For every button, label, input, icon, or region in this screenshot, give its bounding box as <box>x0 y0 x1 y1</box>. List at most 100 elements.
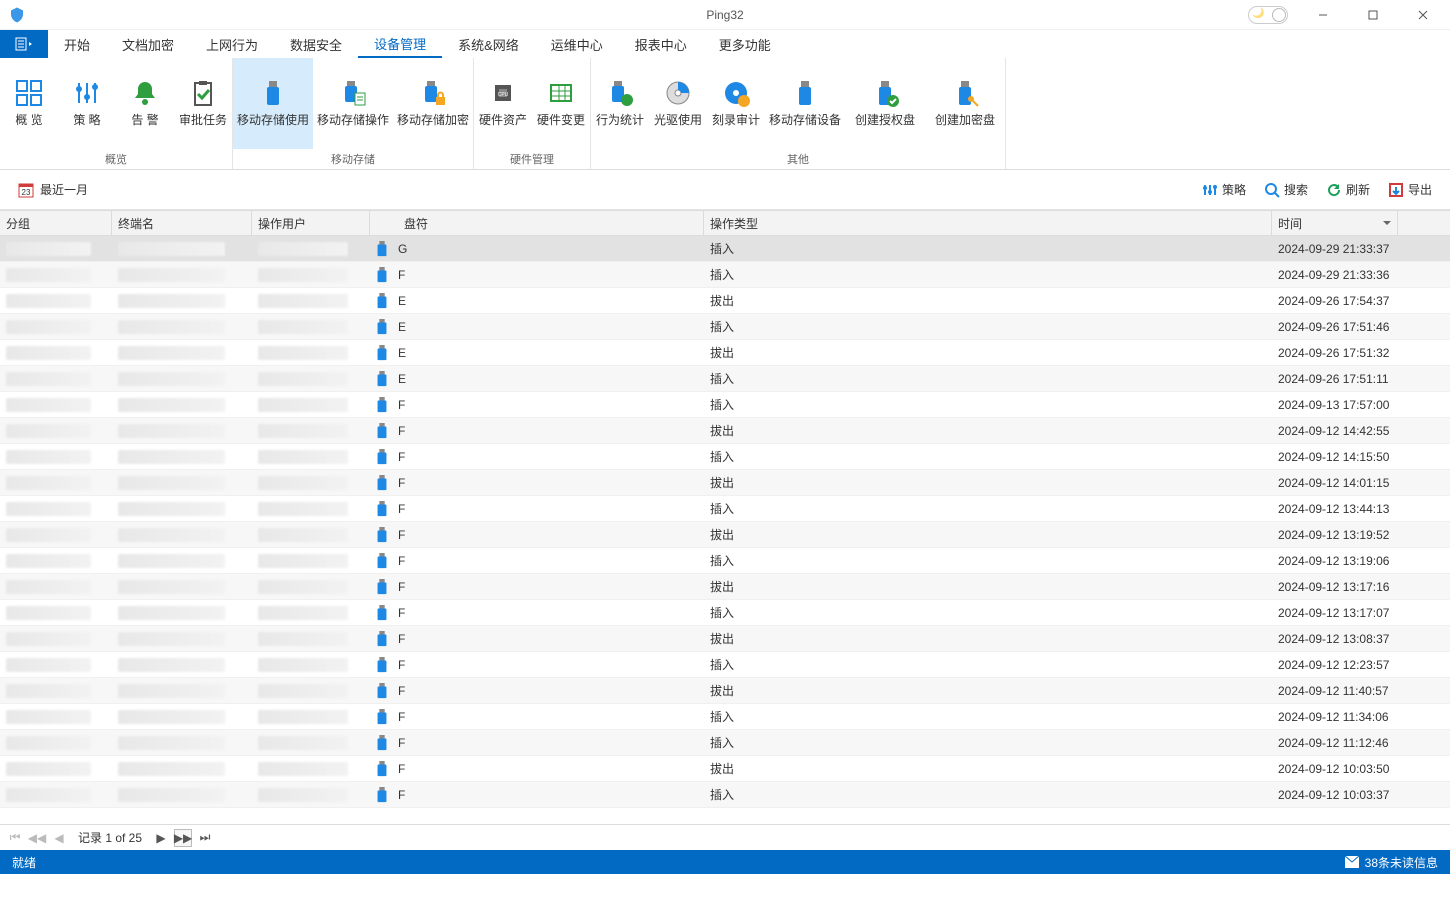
usb-icon <box>259 79 287 107</box>
table-row[interactable]: F插入2024-09-12 14:15:50 <box>0 444 1450 470</box>
column-header-group[interactable]: 分组 <box>0 211 112 235</box>
cell-drive: F <box>398 632 405 646</box>
ribbon-btn-label: 告 警 <box>131 111 158 128</box>
cell-op: 插入 <box>710 240 734 257</box>
cell-drive: E <box>398 372 406 386</box>
ribbon-btn-其他-0[interactable]: 行为统计 <box>591 58 649 149</box>
ribbon-btn-概览-2[interactable]: 告 警 <box>116 58 174 149</box>
table-row[interactable]: G插入2024-09-29 21:33:37 <box>0 236 1450 262</box>
pager-first[interactable]: ⏮ <box>6 829 24 847</box>
table-row[interactable]: F插入2024-09-12 11:12:46 <box>0 730 1450 756</box>
table-row[interactable]: F插入2024-09-12 13:17:07 <box>0 600 1450 626</box>
toolbar-action-refresh[interactable]: 刷新 <box>1326 181 1370 198</box>
ribbon-btn-label: 审批任务 <box>179 111 227 128</box>
pager-next-page[interactable]: ▶▶ <box>174 829 192 847</box>
menu-bar: 开始文档加密上网行为数据安全设备管理系统&网络运维中心报表中心更多功能 <box>0 30 1450 58</box>
table-row[interactable]: F插入2024-09-12 13:44:13 <box>0 496 1450 522</box>
menu-tab-0[interactable]: 开始 <box>48 30 106 58</box>
bell-icon <box>131 79 159 107</box>
usb-icon <box>376 683 388 699</box>
cell-op: 拔出 <box>710 422 734 439</box>
column-header-time[interactable]: 时间 <box>1272 211 1398 235</box>
ribbon-btn-其他-3[interactable]: 移动存储设备 <box>765 58 845 149</box>
ribbon-btn-硬件管理-0[interactable]: CPU 硬件资产 <box>474 58 532 149</box>
table-row[interactable]: E拔出2024-09-26 17:54:37 <box>0 288 1450 314</box>
menu-tab-2[interactable]: 上网行为 <box>190 30 274 58</box>
usb-icon <box>376 241 388 257</box>
cell-drive: F <box>398 502 405 516</box>
clipboard-icon <box>189 79 217 107</box>
pager-prev[interactable]: ◀ <box>50 829 68 847</box>
pager-last[interactable]: ⏭ <box>196 829 214 847</box>
table-row[interactable]: F拔出2024-09-12 10:03:50 <box>0 756 1450 782</box>
svg-text:23: 23 <box>22 188 31 197</box>
cell-drive: F <box>398 424 405 438</box>
theme-toggle[interactable] <box>1248 6 1288 24</box>
file-menu-button[interactable] <box>0 30 48 58</box>
menu-tab-5[interactable]: 系统&网络 <box>442 30 535 58</box>
menu-tab-4[interactable]: 设备管理 <box>358 30 442 58</box>
cell-op: 拔出 <box>710 682 734 699</box>
pager-prev-page[interactable]: ◀◀ <box>28 829 46 847</box>
toolbar-action-export[interactable]: 导出 <box>1388 181 1432 198</box>
ribbon-btn-其他-5[interactable]: 创建加密盘 <box>925 58 1005 149</box>
date-range-label[interactable]: 最近一月 <box>40 181 88 198</box>
pager-next[interactable]: ▶ <box>152 829 170 847</box>
table-row[interactable]: E插入2024-09-26 17:51:11 <box>0 366 1450 392</box>
menu-tab-3[interactable]: 数据安全 <box>274 30 358 58</box>
column-header-user[interactable]: 操作用户 <box>252 211 370 235</box>
usb-icon <box>376 527 388 543</box>
ribbon-btn-其他-2[interactable]: 刻录审计 <box>707 58 765 149</box>
table-row[interactable]: F插入2024-09-12 13:19:06 <box>0 548 1450 574</box>
cell-time: 2024-09-26 17:54:37 <box>1278 294 1389 308</box>
refresh-icon <box>1326 182 1342 198</box>
ribbon-btn-移动存储-1[interactable]: 移动存储操作 <box>313 58 393 149</box>
status-unread[interactable]: 38条未读信息 <box>1365 854 1438 871</box>
table-row[interactable]: F插入2024-09-12 12:23:57 <box>0 652 1450 678</box>
usb-icon <box>376 475 388 491</box>
column-header-drive[interactable]: 盘符 <box>370 211 704 235</box>
ribbon-btn-概览-3[interactable]: 审批任务 <box>174 58 232 149</box>
cell-time: 2024-09-13 17:57:00 <box>1278 398 1389 412</box>
usb-icon <box>376 657 388 673</box>
table-row[interactable]: E插入2024-09-26 17:51:46 <box>0 314 1450 340</box>
menu-tab-1[interactable]: 文档加密 <box>106 30 190 58</box>
ribbon-btn-移动存储-2[interactable]: 移动存储加密 <box>393 58 473 149</box>
table-row[interactable]: F插入2024-09-12 11:34:06 <box>0 704 1450 730</box>
usb-icon <box>376 501 388 517</box>
table-row[interactable]: F拔出2024-09-12 13:08:37 <box>0 626 1450 652</box>
table-row[interactable]: F拔出2024-09-12 11:40:57 <box>0 678 1450 704</box>
ribbon-group-label: 其他 <box>591 149 1005 169</box>
usb-icon <box>376 397 388 413</box>
cell-time: 2024-09-12 13:17:07 <box>1278 606 1389 620</box>
ribbon-btn-label: 策 略 <box>73 111 100 128</box>
ribbon-btn-label: 硬件资产 <box>479 111 527 128</box>
table-row[interactable]: F插入2024-09-13 17:57:00 <box>0 392 1450 418</box>
table-row[interactable]: E拔出2024-09-26 17:51:32 <box>0 340 1450 366</box>
maximize-button[interactable] <box>1350 0 1396 30</box>
table-row[interactable]: F插入2024-09-29 21:33:36 <box>0 262 1450 288</box>
table-row[interactable]: F拔出2024-09-12 13:17:16 <box>0 574 1450 600</box>
menu-tab-8[interactable]: 更多功能 <box>703 30 787 58</box>
table-row[interactable]: F拔出2024-09-12 14:01:15 <box>0 470 1450 496</box>
column-header-terminal[interactable]: 终端名 <box>112 211 252 235</box>
ribbon-btn-概览-0[interactable]: 概 览 <box>0 58 58 149</box>
ribbon-btn-其他-1[interactable]: 光驱使用 <box>649 58 707 149</box>
ribbon-btn-其他-4[interactable]: 创建授权盘 <box>845 58 925 149</box>
table-row[interactable]: F插入2024-09-12 10:03:37 <box>0 782 1450 808</box>
pager-record-text: 记录 1 of 25 <box>78 829 142 846</box>
table-row[interactable]: F拔出2024-09-12 14:42:55 <box>0 418 1450 444</box>
toolbar-action-search[interactable]: 搜索 <box>1264 181 1308 198</box>
menu-tab-7[interactable]: 报表中心 <box>619 30 703 58</box>
cpu-icon: CPU <box>489 79 517 107</box>
cell-time: 2024-09-12 13:19:06 <box>1278 554 1389 568</box>
column-header-operation[interactable]: 操作类型 <box>704 211 1272 235</box>
minimize-button[interactable] <box>1300 0 1346 30</box>
menu-tab-6[interactable]: 运维中心 <box>535 30 619 58</box>
ribbon-btn-硬件管理-1[interactable]: 硬件变更 <box>532 58 590 149</box>
ribbon-btn-移动存储-0[interactable]: 移动存储使用 <box>233 58 313 149</box>
toolbar-action-sliders[interactable]: 策略 <box>1202 181 1246 198</box>
ribbon-btn-概览-1[interactable]: 策 略 <box>58 58 116 149</box>
table-row[interactable]: F拔出2024-09-12 13:19:52 <box>0 522 1450 548</box>
close-button[interactable] <box>1400 0 1446 30</box>
